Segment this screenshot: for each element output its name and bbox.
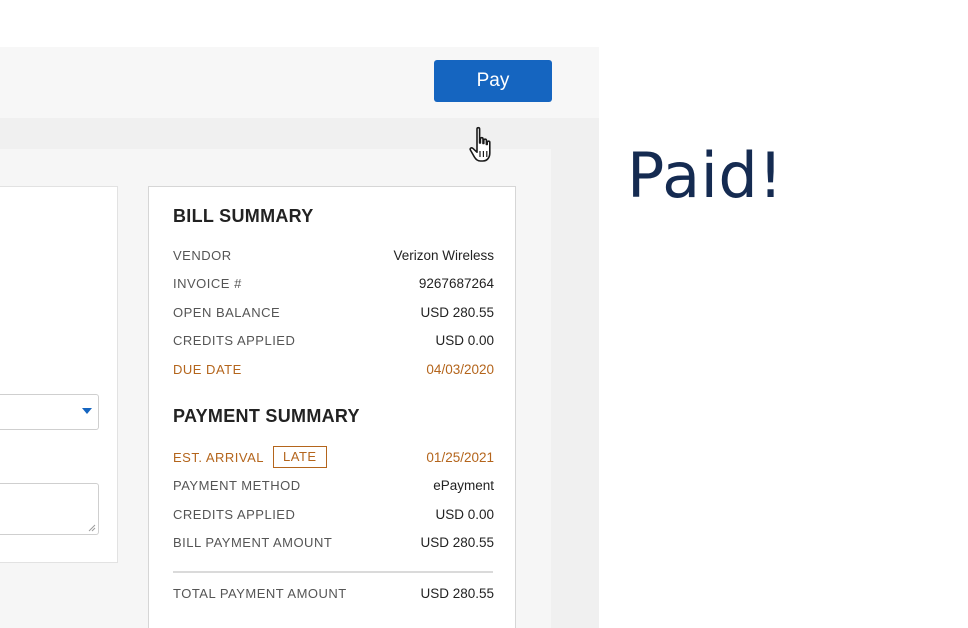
- row-label: INVOICE #: [173, 275, 242, 291]
- late-badge: LATE: [273, 446, 327, 468]
- row-value: 04/03/2020: [426, 361, 494, 377]
- content-panel: BILL SUMMARY VENDOR Verizon Wireless INV…: [0, 149, 551, 628]
- row-value: USD 280.55: [420, 304, 494, 320]
- row-value: 9267687264: [418, 275, 494, 291]
- bill-row-credits: CREDITS APPLIED USD 0.00: [173, 330, 494, 350]
- row-label: TOTAL PAYMENT AMOUNT: [173, 585, 347, 601]
- top-toolbar: Pay: [0, 47, 599, 118]
- payment-row-bill-amount: BILL PAYMENT AMOUNT USD 280.55: [173, 532, 494, 552]
- row-value: Verizon Wireless: [393, 247, 494, 263]
- row-label: EST. ARRIVAL: [173, 449, 265, 465]
- payment-row-total: TOTAL PAYMENT AMOUNT USD 280.55: [173, 583, 494, 603]
- chevron-down-icon[interactable]: [82, 408, 92, 414]
- row-value: USD 0.00: [435, 506, 494, 522]
- row-label: PAYMENT METHOD: [173, 477, 301, 493]
- row-label: CREDITS APPLIED: [173, 332, 296, 348]
- hand-pointer-icon: [469, 126, 491, 162]
- payment-row-est-arrival: EST. ARRIVAL LATE 01/25/2021: [173, 446, 494, 468]
- resize-handle-icon[interactable]: [88, 524, 96, 532]
- row-value: USD 0.00: [435, 332, 494, 348]
- payment-summary-title: PAYMENT SUMMARY: [173, 406, 360, 426]
- pay-button[interactable]: Pay: [434, 60, 552, 102]
- row-value: USD 280.55: [420, 585, 494, 601]
- row-label: VENDOR: [173, 247, 232, 263]
- row-label: OPEN BALANCE: [173, 304, 281, 320]
- payment-form-card: [0, 186, 118, 563]
- row-value: 01/25/2021: [426, 449, 494, 465]
- bill-summary-title: BILL SUMMARY: [173, 206, 314, 226]
- bill-row-vendor: VENDOR Verizon Wireless: [173, 245, 494, 265]
- row-label: CREDITS APPLIED: [173, 506, 296, 522]
- paid-headline: Paid!: [627, 139, 784, 212]
- bill-row-due-date: DUE DATE 04/03/2020: [173, 359, 494, 379]
- bill-row-invoice: INVOICE # 9267687264: [173, 273, 494, 293]
- est-arrival-label-group: EST. ARRIVAL LATE: [173, 446, 327, 468]
- payment-row-method: PAYMENT METHOD ePayment: [173, 475, 494, 495]
- bill-row-open-balance: OPEN BALANCE USD 280.55: [173, 302, 494, 322]
- row-label: DUE DATE: [173, 361, 242, 377]
- row-value: ePayment: [433, 477, 494, 493]
- payment-account-select[interactable]: [0, 394, 99, 430]
- memo-textarea[interactable]: [0, 483, 99, 535]
- payment-row-credits: CREDITS APPLIED USD 0.00: [173, 504, 494, 524]
- app-window: Pay BILL SUMMARY VENDOR Verizon Wireless…: [0, 47, 599, 628]
- summary-card: BILL SUMMARY VENDOR Verizon Wireless INV…: [148, 186, 516, 628]
- summary-divider: [173, 571, 493, 573]
- row-label: BILL PAYMENT AMOUNT: [173, 534, 333, 550]
- row-value: USD 280.55: [420, 534, 494, 550]
